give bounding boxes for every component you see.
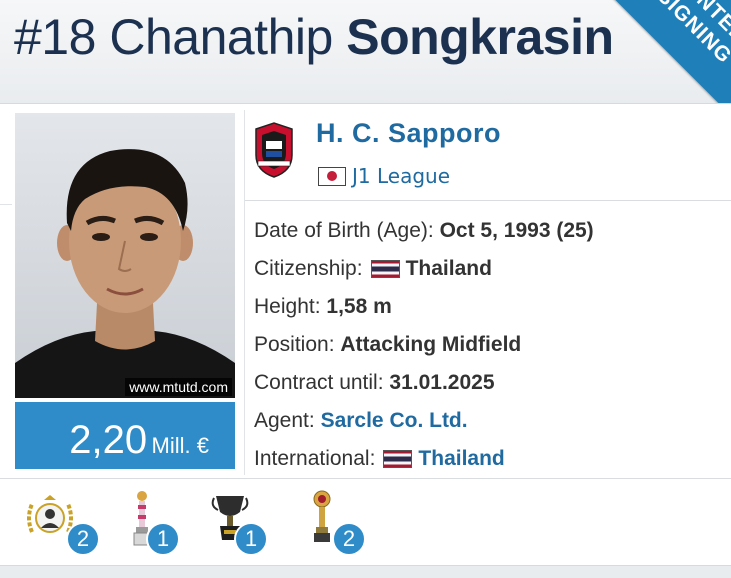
info-row-position: Position: Attacking Midfield [254,326,594,364]
club-name-link[interactable]: H. C. Sapporo [316,118,501,149]
japan-flag-icon [318,166,346,186]
winter-signing-ribbon: WINTER SIGNING [611,0,731,103]
player-photo[interactable]: www.mtutd.com [15,113,235,398]
divider [245,200,731,201]
shirt-number: #18 [14,9,96,65]
market-value-amount: 2,20 [69,418,148,462]
player-first-name: Chanathip [109,9,333,65]
info-row-international: International: Thailand [254,440,594,478]
info-row-contract: Contract until: 31.01.2025 [254,364,594,402]
agent-link[interactable]: Sarcle Co. Ltd. [321,409,468,433]
citizenship-value: Thailand [405,257,492,280]
dob-value: Oct 5, 1993 (25) [439,219,594,242]
contract-label: Contract until: [254,371,384,394]
international-label: International: [254,447,376,470]
info-row-height: Height: 1,58 m [254,288,594,326]
league-link[interactable]: J1 League [318,164,450,188]
trophy-count-badge: 2 [332,522,366,556]
player-title: #18 Chanathip Songkrasin [14,8,614,66]
position-value: Attacking Midfield [340,333,522,356]
profile-header: #18 Chanathip Songkrasin WINTER SIGNING [0,0,731,104]
market-value: 2,20 Mill. € [69,418,209,463]
info-row-citizenship: Citizenship: Thailand [254,250,594,288]
international-link[interactable]: Thailand [418,447,504,471]
photo-watermark: www.mtutd.com [125,378,232,396]
agent-label: Agent: [254,409,315,432]
divider [0,204,12,205]
info-row-agent: Agent: Sarcle Co. Ltd. [254,402,594,440]
club-crest-icon[interactable] [252,121,296,179]
golden-trophy-icon[interactable] [310,490,334,544]
trophy-count-badge: 2 [66,522,100,556]
player-last-name: Songkrasin [346,9,614,65]
dob-label: Date of Birth (Age): [254,219,434,242]
position-label: Position: [254,333,335,356]
height-label: Height: [254,295,321,318]
divider [244,110,245,475]
market-value-box[interactable]: 2,20 Mill. € [15,402,235,469]
player-info-list: Date of Birth (Age): Oct 5, 1993 (25) Ci… [254,212,594,478]
thailand-flag-icon [383,450,413,468]
citizenship-label: Citizenship: [254,257,363,280]
info-row-dob: Date of Birth (Age): Oct 5, 1993 (25) [254,212,594,250]
market-value-unit: Mill. € [151,433,209,458]
player-profile-card: #18 Chanathip Songkrasin WINTER SIGNING [0,0,731,578]
trophy-count-badge: 1 [146,522,180,556]
contract-value: 31.01.2025 [389,371,495,394]
trophy-count-badge: 1 [234,522,268,556]
card-bottom-bar [0,565,731,578]
league-name: J1 League [352,164,451,188]
divider [0,478,731,479]
thailand-flag-icon [370,260,400,278]
height-value: 1,58 m [326,295,392,318]
player-portrait-icon [15,149,235,398]
